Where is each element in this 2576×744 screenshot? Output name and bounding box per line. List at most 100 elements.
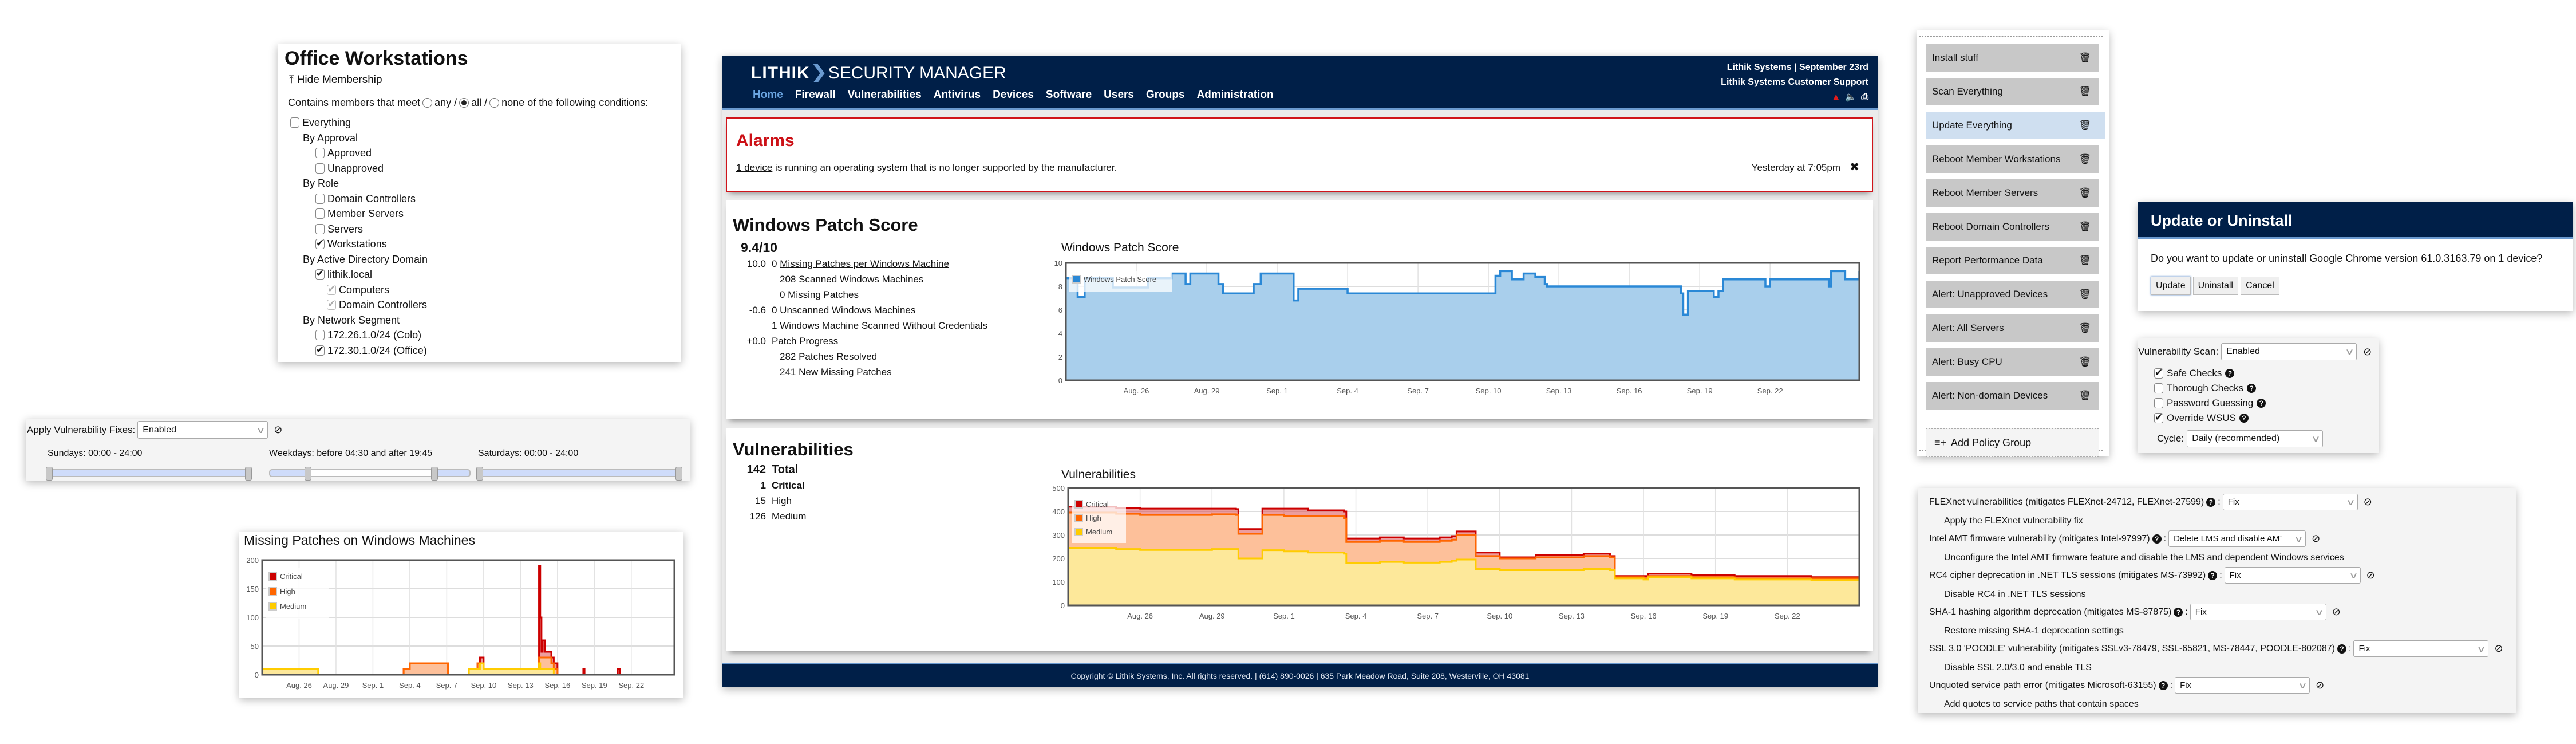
logo[interactable]: LITHIK SECURITY MANAGER (751, 64, 1006, 83)
help-icon[interactable]: ? (2206, 497, 2216, 507)
reset-icon[interactable]: ⊘ (274, 424, 282, 436)
policy-group-item[interactable]: Scan Everything 🗑 (1926, 78, 2099, 105)
checkbox[interactable] (315, 208, 325, 219)
policy-group-item[interactable]: Alert: Non-domain Devices 🗑 (1926, 382, 2099, 410)
help-icon[interactable]: ? (2257, 399, 2266, 408)
trash-icon[interactable]: 🗑 (2079, 356, 2091, 368)
help-icon[interactable]: ? (2239, 414, 2249, 423)
reset-icon[interactable]: ⊘ (2366, 569, 2375, 581)
checkbox[interactable] (2154, 365, 2163, 380)
slider-handle-end[interactable] (675, 467, 682, 481)
hide-membership-link[interactable]: ⤒ Hide Membership (289, 74, 382, 86)
apply-fixes-select[interactable]: Enabled ∨ (137, 421, 268, 439)
checkbox[interactable] (2154, 410, 2163, 425)
cycle-select[interactable]: Daily (recommended) ∨ (2187, 430, 2324, 447)
checkbox[interactable] (315, 193, 325, 204)
fix-select[interactable]: Fix ∨ (2222, 494, 2358, 510)
trash-icon[interactable]: 🗑 (2079, 255, 2091, 266)
fix-select[interactable]: Fix ∨ (2190, 604, 2326, 620)
checkbox[interactable] (290, 117, 299, 128)
checkbox[interactable] (315, 266, 325, 282)
slider-handle-end[interactable] (245, 467, 252, 481)
help-icon[interactable]: ? (2337, 644, 2346, 654)
tree-item[interactable]: Everything (290, 115, 428, 131)
policy-group-item[interactable]: Alert: All Servers 🗑 (1926, 314, 2099, 342)
help-icon[interactable]: ? (2208, 570, 2218, 580)
nav-home[interactable]: Home (753, 89, 783, 101)
radio-none[interactable] (489, 98, 500, 108)
tree-item[interactable]: Workstations (290, 236, 428, 252)
policy-group-item[interactable]: Reboot Member Servers 🗑 (1926, 179, 2099, 207)
reset-icon[interactable]: ⊘ (2332, 606, 2341, 618)
trash-icon[interactable]: 🗑 (2079, 52, 2091, 64)
tree-item[interactable]: lithik.local (290, 266, 428, 282)
tree-item[interactable]: 172.30.1.0/24 (Office) (290, 343, 428, 359)
schedule-slider[interactable] (269, 467, 471, 481)
radio-all[interactable] (459, 98, 469, 108)
tree-item[interactable]: Domain Controllers (290, 297, 428, 313)
add-policy-group-button[interactable]: ≡+ Add Policy Group (1926, 428, 2099, 457)
trash-icon[interactable]: 🗑 (2079, 153, 2091, 165)
nav-devices[interactable]: Devices (993, 89, 1034, 101)
fix-select[interactable]: Delete LMS and disable AMT ∨ (2168, 530, 2306, 547)
nav-antivirus[interactable]: Antivirus (934, 89, 981, 101)
checkbox[interactable] (315, 236, 325, 251)
trash-icon[interactable]: 🗑 (2079, 221, 2091, 233)
checkbox[interactable] (315, 223, 325, 234)
missing-patches-link[interactable]: Missing Patches per Windows Machine (780, 258, 949, 269)
slider-handle-start[interactable] (305, 467, 312, 481)
policy-group-item[interactable]: Alert: Unapproved Devices 🗑 (1926, 281, 2099, 308)
tree-item[interactable]: Servers (290, 222, 428, 237)
hide-membership-label[interactable]: Hide Membership (297, 74, 382, 86)
fix-select[interactable]: Fix ∨ (2175, 677, 2310, 694)
schedule-slider[interactable] (476, 467, 682, 481)
help-icon[interactable]: ? (2247, 384, 2257, 393)
tree-item[interactable]: 172.26.1.0/24 (Colo) (290, 328, 428, 343)
policy-group-item[interactable]: Update Everything 🗑 (1926, 112, 2105, 139)
checkbox[interactable] (315, 163, 325, 174)
tree-item[interactable]: Approved (290, 145, 428, 161)
checkbox[interactable] (327, 282, 336, 297)
checkbox[interactable] (2154, 383, 2163, 393)
slider-handle-end[interactable] (431, 467, 438, 481)
uninstall-button[interactable]: Uninstall (2192, 277, 2238, 295)
nav-firewall[interactable]: Firewall (795, 89, 836, 101)
slider-handle-start[interactable] (476, 467, 483, 481)
checkbox[interactable] (2154, 398, 2163, 408)
warning-icon[interactable]: ▲ (1831, 90, 1840, 105)
update-button[interactable]: Update (2151, 277, 2191, 295)
fix-select[interactable]: Fix ∨ (2224, 567, 2361, 584)
scan-option[interactable]: Thorough Checks? (2154, 381, 2266, 396)
reset-icon[interactable]: ⊘ (2312, 533, 2320, 545)
fix-select[interactable]: Fix ∨ (2353, 640, 2489, 657)
scan-option[interactable]: Password Guessing? (2154, 396, 2266, 411)
trash-icon[interactable]: 🗑 (2079, 322, 2091, 334)
policy-group-item[interactable]: Reboot Member Workstations 🗑 (1926, 145, 2099, 173)
nav-groups[interactable]: Groups (1146, 89, 1185, 101)
scan-option[interactable]: Safe Checks? (2154, 365, 2266, 381)
nav-vulnerabilities[interactable]: Vulnerabilities (848, 89, 922, 101)
policy-group-item[interactable]: Alert: Busy CPU 🗑 (1926, 348, 2099, 376)
policy-group-item[interactable]: Report Performance Data 🗑 (1926, 247, 2099, 274)
support-link[interactable]: Lithik Systems Customer Support (1721, 75, 1868, 90)
tree-item[interactable]: Member Servers (290, 206, 428, 222)
policy-group-item[interactable]: Install stuff 🗑 (1926, 44, 2099, 72)
trash-icon[interactable]: 🗑 (2079, 390, 2091, 401)
trash-icon[interactable]: 🗑 (2079, 187, 2091, 199)
tree-item[interactable]: Unapproved (290, 161, 428, 176)
policy-group-item[interactable]: Reboot Domain Controllers 🗑 (1926, 213, 2099, 241)
help-icon[interactable]: ? (2158, 680, 2168, 690)
cancel-button[interactable]: Cancel (2240, 277, 2279, 295)
nav-administration[interactable]: Administration (1197, 89, 1274, 101)
reset-icon[interactable]: ⊘ (2494, 643, 2503, 655)
trash-icon[interactable]: 🗑 (2079, 120, 2091, 131)
alarm-device-link[interactable]: 1 device (736, 162, 772, 173)
checkbox[interactable] (327, 297, 336, 312)
help-icon[interactable]: ? (2225, 369, 2235, 378)
print-icon[interactable]: ⎙ (1861, 90, 1868, 105)
radio-any[interactable] (422, 98, 433, 108)
nav-users[interactable]: Users (1104, 89, 1134, 101)
help-icon[interactable]: ? (2174, 607, 2183, 617)
checkbox[interactable] (315, 148, 325, 159)
schedule-slider[interactable] (46, 467, 252, 481)
